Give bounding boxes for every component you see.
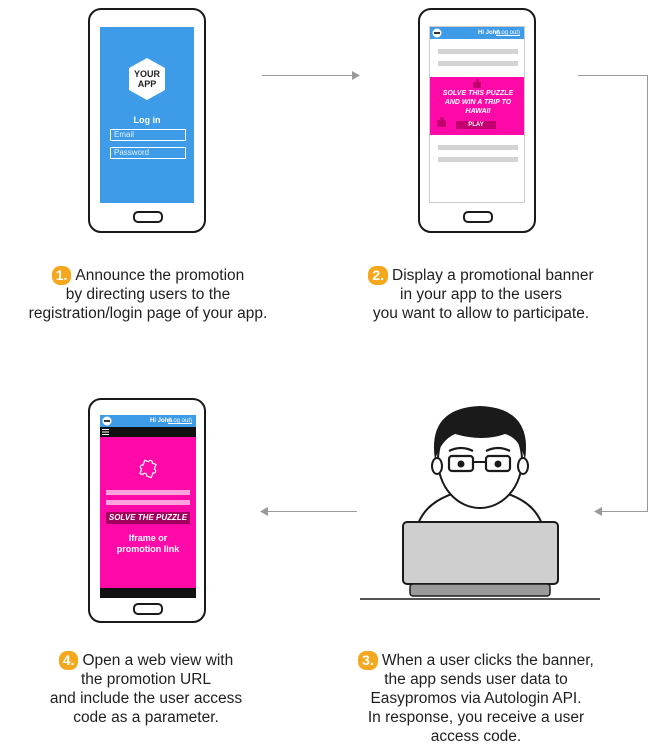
- step-2-caption: 2. Display a promotional banner in your a…: [330, 266, 632, 323]
- content-placeholder-bar: [438, 49, 518, 54]
- laptop-base: [409, 583, 551, 597]
- flow-arrow-line-vertical: [647, 75, 648, 512]
- phone-webview-mockup: Hi John (Log out) SOLVE THE PUZZLE Ifram…: [88, 398, 206, 623]
- flow-arrow-line: [262, 75, 355, 76]
- banner-text: SOLVE THIS PUZZLE AND WIN A TRIP TO HAWA…: [442, 90, 514, 115]
- home-button: [133, 211, 163, 223]
- logout-link[interactable]: (Log out): [496, 30, 520, 36]
- app-logo-text-line1: YOUR: [133, 69, 160, 79]
- step-3-caption: 3. When a user clicks the banner, the app…: [320, 651, 632, 746]
- step-3-line3: Easypromos via Autologin API.: [370, 690, 582, 707]
- webview-screen: Hi John (Log out) SOLVE THE PUZZLE Ifram…: [100, 415, 196, 598]
- promo-banner[interactable]: SOLVE THIS PUZZLE AND WIN A TRIP TO HAWA…: [430, 77, 524, 135]
- user-at-laptop-illustration: [360, 406, 600, 600]
- step-4-caption: 4. Open a web view with the promotion URL…: [10, 651, 282, 727]
- step-1-line3: registration/login page of your app.: [28, 305, 268, 322]
- step-3-line1: When a user clicks the banner,: [381, 652, 594, 669]
- arrow-left-icon: [260, 507, 268, 516]
- logout-link[interactable]: (Log out): [168, 418, 192, 424]
- phone-banner-mockup: Hi John (Log out) SOLVE THIS PUZZLE AND …: [418, 8, 536, 233]
- content-placeholder-bar: [438, 61, 518, 66]
- login-title: Log in: [133, 115, 161, 125]
- email-field[interactable]: Email: [110, 129, 186, 141]
- step-2-badge: 2.: [368, 266, 389, 285]
- step-2-line3: you want to allow to participate.: [372, 305, 590, 322]
- puzzle-piece-icon: [437, 117, 446, 127]
- step-1-badge: 1.: [51, 266, 72, 285]
- step-4-line1: Open a web view with: [82, 652, 234, 669]
- app-header: Hi John (Log out): [430, 27, 524, 39]
- solve-puzzle-button[interactable]: SOLVE THE PUZZLE: [106, 512, 190, 524]
- step-4-line4: code as a parameter.: [73, 709, 219, 726]
- laptop-lid: [402, 521, 559, 585]
- step-4-line2: the promotion URL: [80, 671, 212, 688]
- login-screen: YOUR APP Log in Email Password: [100, 27, 194, 203]
- step-2-line1: Display a promotional banner: [392, 267, 594, 284]
- puzzle-piece-icon: [473, 79, 481, 88]
- step-3-line4: In response, you receive a user: [367, 709, 585, 726]
- app-mini-logo-icon: [432, 28, 442, 38]
- phone-login-mockup: YOUR APP Log in Email Password: [88, 8, 206, 233]
- step-3-badge: 3.: [358, 651, 378, 670]
- webview-toolbar: [100, 427, 196, 437]
- iframe-label-line1: Iframe or: [128, 533, 168, 543]
- content-placeholder-bar: [438, 145, 518, 150]
- step-1-line1: Announce the promotion: [75, 267, 245, 284]
- menu-icon[interactable]: [102, 429, 109, 435]
- content-placeholder-bar: [438, 157, 518, 162]
- step-2-line2: in your app to the users: [400, 286, 562, 303]
- input-placeholder-bar: [106, 500, 190, 505]
- flow-arrow-line: [578, 75, 648, 76]
- webview-footer: [100, 588, 196, 598]
- home-button: [133, 603, 163, 615]
- flow-arrow-line: [600, 511, 648, 512]
- play-button[interactable]: PLAY: [456, 121, 496, 129]
- step-1-line2: by directing users to the: [65, 286, 231, 303]
- flow-arrow-line: [266, 511, 357, 512]
- iframe-label-line2: promotion link: [116, 544, 180, 554]
- step-4-badge: 4.: [58, 651, 79, 670]
- arrow-left-icon: [594, 507, 602, 516]
- password-field[interactable]: Password: [110, 147, 186, 159]
- step-3-line5: access code.: [430, 728, 522, 745]
- banner-screen: Hi John (Log out) SOLVE THIS PUZZLE AND …: [429, 26, 525, 203]
- puzzle-piece-outline-icon: [139, 459, 157, 479]
- input-placeholder-bar: [106, 490, 190, 495]
- home-button: [463, 211, 493, 223]
- step-4-line3: and include the user access: [49, 690, 243, 707]
- app-mini-logo-icon: [102, 416, 112, 426]
- app-header: Hi John (Log out): [100, 415, 196, 427]
- app-logo-text-line2: APP: [137, 79, 157, 89]
- step-1-caption: 1. Announce the promotion by directing us…: [2, 266, 294, 323]
- arrow-right-icon: [352, 71, 360, 80]
- step-3-line2: the app sends user data to: [384, 671, 568, 688]
